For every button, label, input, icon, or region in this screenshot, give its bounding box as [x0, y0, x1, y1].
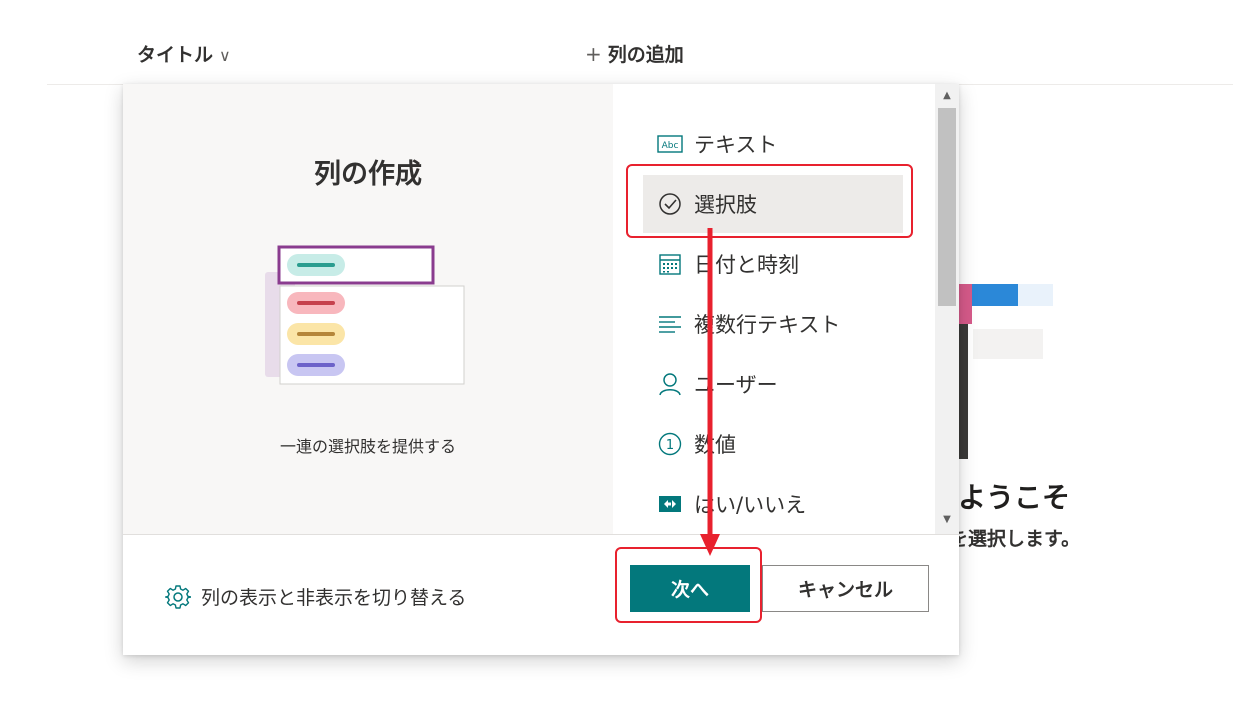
column-type-list: Abc テキスト 選択肢 日付と時刻 複数行テキスト ユーザー 1 数値 はい/…	[613, 84, 935, 534]
dialog-footer: 列の表示と非表示を切り替える 次へ キャンセル	[123, 534, 959, 655]
plus-icon: +	[585, 42, 602, 66]
choice-highlight-box	[626, 164, 913, 238]
type-list-scrollbar[interactable]: ▲ ▼	[935, 84, 959, 534]
create-column-dialog: 列の作成 一連の選択肢を提供する Abc テキスト 選択肢 日付と時刻 複数行テ…	[123, 84, 959, 655]
add-column-label: 列の追加	[607, 44, 684, 66]
type-item-label: テキスト	[694, 133, 778, 157]
title-column-label: タイトル	[137, 44, 214, 66]
type-item-label: 日付と時刻	[694, 253, 799, 277]
title-column-header[interactable]: タイトル ∨	[137, 40, 231, 67]
type-item-number[interactable]: 1 数値	[643, 415, 903, 473]
number-icon: 1	[656, 430, 684, 458]
cancel-button[interactable]: キャンセル	[762, 565, 929, 612]
type-item-multiline[interactable]: 複数行テキスト	[643, 295, 903, 353]
preview-pane: 列の作成 一連の選択肢を提供する	[123, 84, 613, 534]
type-item-datetime[interactable]: 日付と時刻	[643, 235, 903, 293]
scroll-up-icon[interactable]: ▲	[935, 90, 959, 101]
type-item-label: 複数行テキスト	[694, 313, 841, 337]
type-item-label: はい/いいえ	[694, 493, 807, 517]
dialog-title: 列の作成	[314, 159, 422, 190]
svg-text:1: 1	[666, 438, 674, 453]
person-icon	[656, 370, 684, 398]
yes-no-icon	[656, 490, 684, 518]
type-item-label: ユーザー	[694, 373, 778, 397]
calendar-icon	[656, 250, 684, 278]
toggle-columns-label: 列の表示と非表示を切り替える	[201, 587, 467, 609]
text-abc-icon: Abc	[656, 130, 684, 158]
type-description: 一連の選択肢を提供する	[279, 437, 456, 456]
type-item-person[interactable]: ユーザー	[643, 355, 903, 413]
toggle-columns-link[interactable]: 列の表示と非表示を切り替える	[164, 583, 467, 610]
gear-icon	[164, 584, 192, 610]
chevron-down-icon: ∨	[219, 46, 231, 65]
add-column-button[interactable]: + 列の追加	[585, 40, 684, 67]
scroll-down-icon[interactable]: ▼	[935, 514, 959, 525]
welcome-illustration	[958, 284, 1053, 459]
choice-illustration	[265, 245, 465, 385]
multiline-text-icon	[656, 310, 684, 338]
type-item-yesno[interactable]: はい/いいえ	[643, 475, 903, 533]
next-button[interactable]: 次へ	[630, 565, 750, 612]
svg-text:Abc: Abc	[662, 141, 679, 151]
scroll-thumb[interactable]	[938, 108, 956, 306]
type-item-label: 数値	[694, 433, 736, 457]
